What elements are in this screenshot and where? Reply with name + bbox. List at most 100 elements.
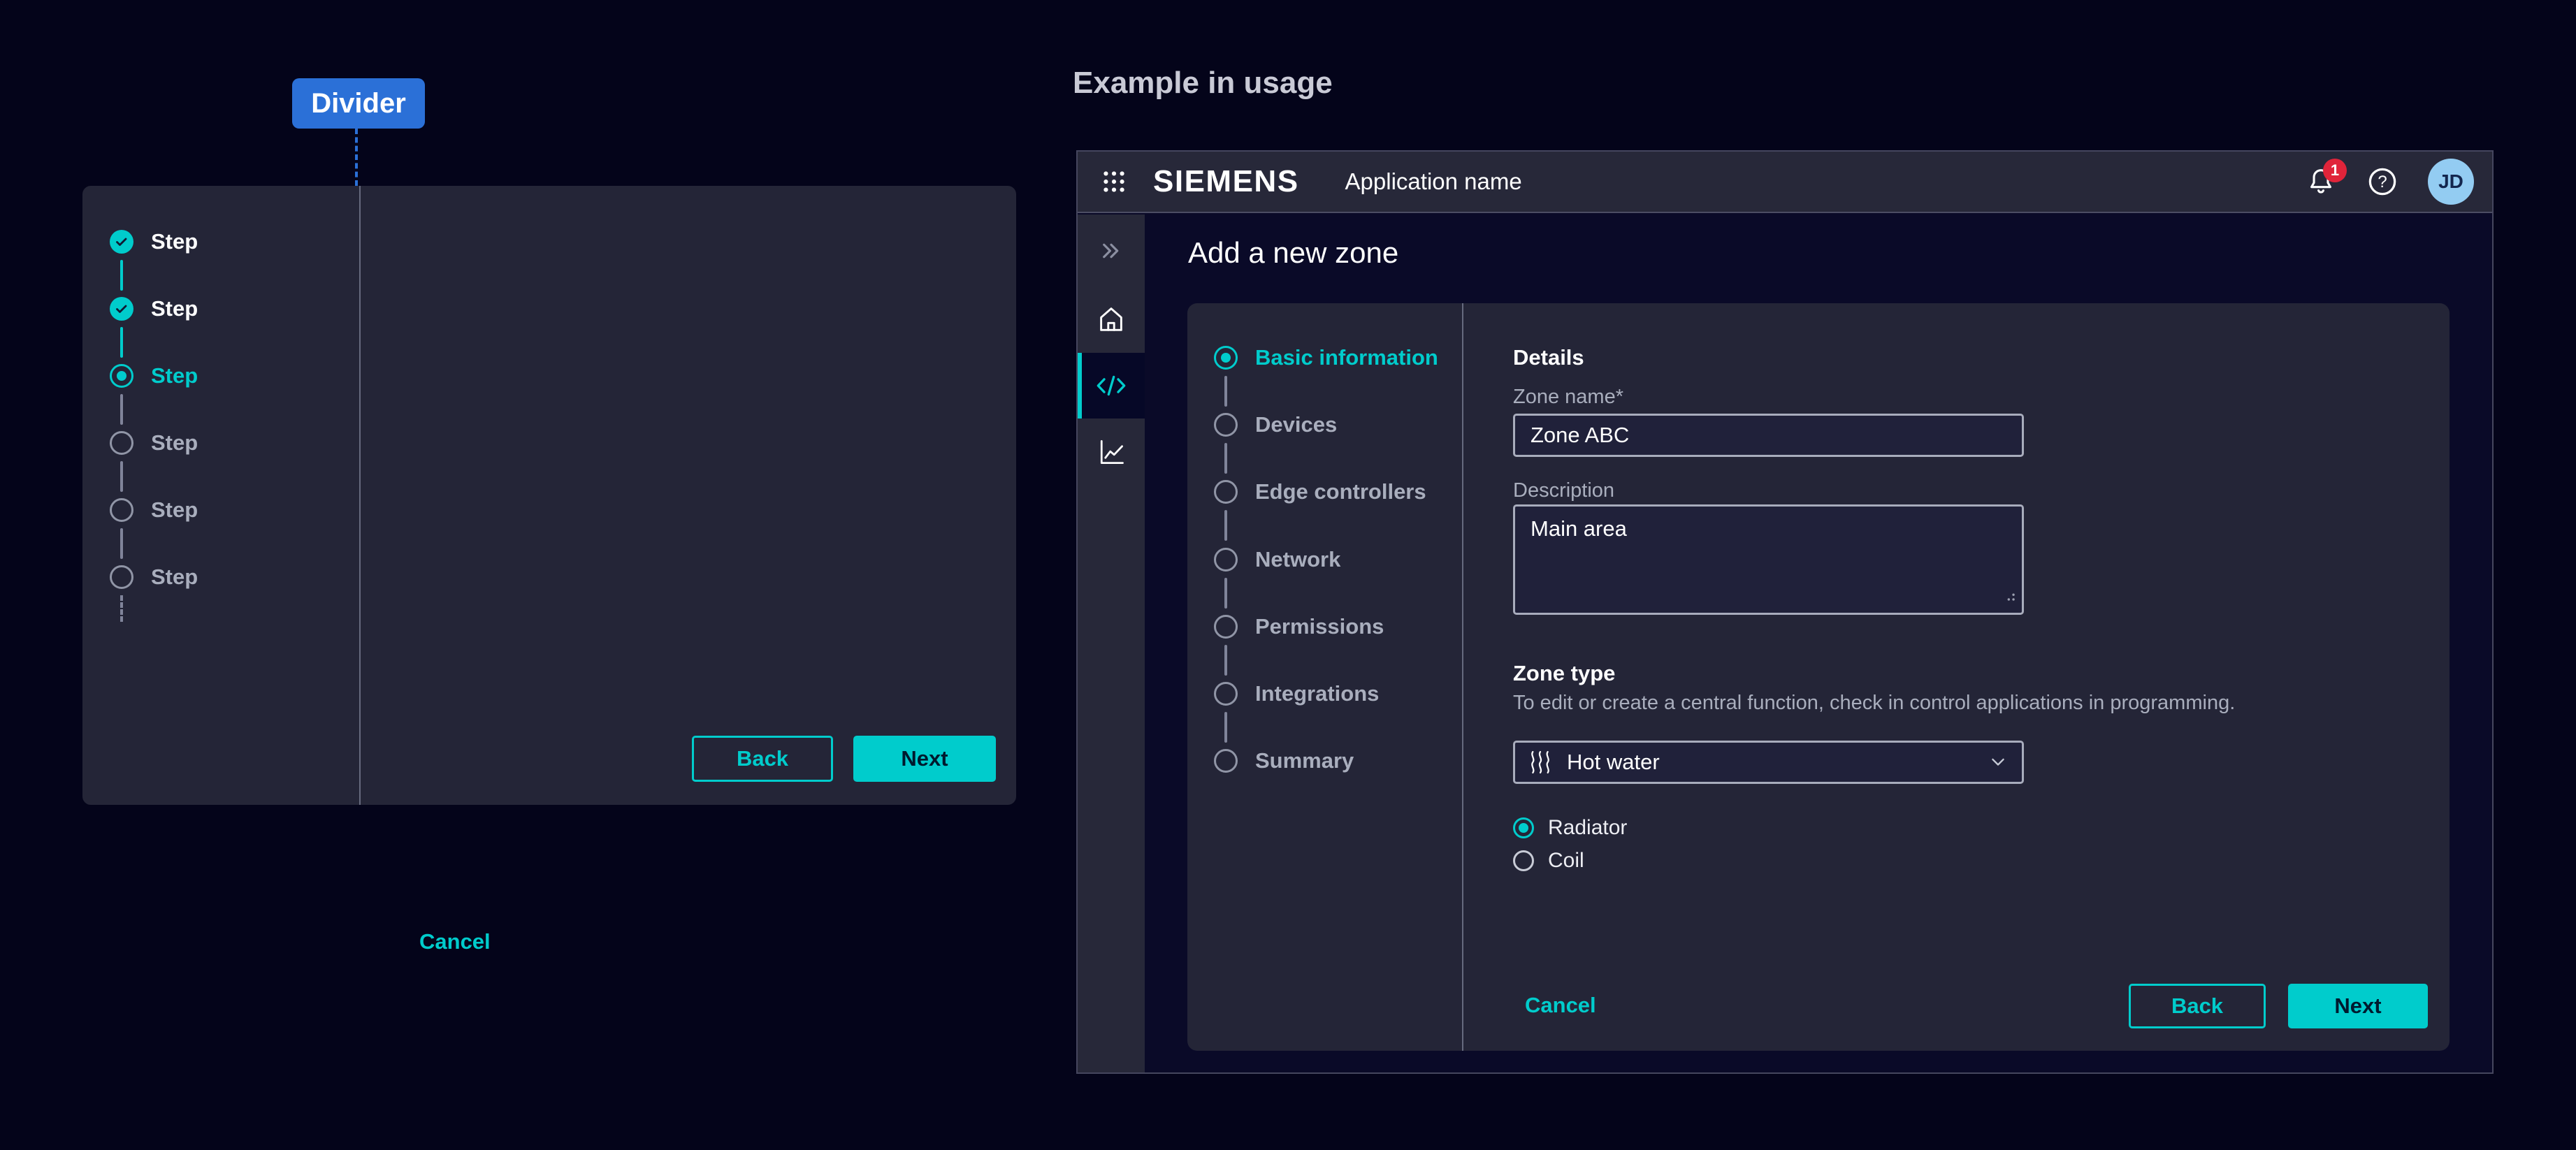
step-connector <box>1224 443 1227 474</box>
description-value: Main area <box>1531 516 1627 541</box>
step-connector <box>120 528 123 559</box>
avatar[interactable]: JD <box>2428 159 2474 205</box>
step-current-icon <box>110 364 133 388</box>
step-label: Basic information <box>1255 345 1438 370</box>
step-pending-icon <box>110 565 133 589</box>
application-name: Application name <box>1345 168 1522 195</box>
help-icon: ? <box>2366 166 2398 198</box>
notification-badge: 1 <box>2323 159 2347 182</box>
svg-text:?: ? <box>2378 173 2387 191</box>
wizard-step[interactable]: Step <box>110 495 198 525</box>
zone-type-heading: Zone type <box>1513 661 1615 686</box>
step-label: Edge controllers <box>1255 479 1426 504</box>
cancel-button[interactable]: Cancel <box>1525 990 1596 1021</box>
step-pending-icon <box>1214 615 1238 639</box>
step-completed-icon <box>110 230 133 254</box>
zone-name-input[interactable]: Zone ABC <box>1513 414 2024 457</box>
zone-type-help-text: To edit or create a central function, ch… <box>1513 692 2235 715</box>
step-connector <box>120 394 123 425</box>
resize-grip-icon[interactable] <box>2004 583 2016 609</box>
step-label: Integrations <box>1255 681 1379 706</box>
wizard-step[interactable]: Step <box>110 226 198 257</box>
sidebar-item-programming[interactable] <box>1078 353 1145 418</box>
step-pending-icon <box>1214 749 1238 773</box>
siemens-logo: SIEMENS <box>1153 164 1299 199</box>
step-pending-icon <box>1214 548 1238 572</box>
step-label: Devices <box>1255 412 1337 437</box>
vertical-divider <box>1462 303 1463 1051</box>
wizard-step[interactable]: Step <box>110 562 198 592</box>
zone-name-label: Zone name* <box>1513 386 1623 409</box>
back-button[interactable]: Back <box>2129 984 2266 1028</box>
code-icon <box>1094 372 1128 400</box>
sidebar-collapse-button[interactable] <box>1078 218 1145 284</box>
wizard-step[interactable]: Step <box>110 428 198 458</box>
step-connector <box>1224 645 1227 676</box>
header-actions: 1 ? JD <box>2305 159 2474 205</box>
step-label: Step <box>151 497 198 523</box>
wizard-step[interactable]: Step <box>110 361 198 391</box>
step-connector <box>120 260 123 291</box>
line-chart-icon <box>1096 437 1127 467</box>
radio-coil[interactable]: Coil <box>1513 845 1584 876</box>
step-current-icon <box>1214 346 1238 370</box>
step-completed-icon <box>110 297 133 321</box>
help-button[interactable]: ? <box>2366 166 2398 198</box>
wizard-step[interactable]: Edge controllers <box>1214 476 1426 507</box>
step-connector <box>120 461 123 492</box>
cancel-button[interactable]: Cancel <box>419 929 491 954</box>
radio-radiator[interactable]: Radiator <box>1513 813 1627 843</box>
wizard-step[interactable]: Network <box>1214 544 1340 575</box>
radio-icon <box>1513 817 1534 838</box>
wizard-step[interactable]: Basic information <box>1214 342 1438 373</box>
details-heading: Details <box>1513 345 1584 370</box>
step-overflow-dashes <box>120 595 123 622</box>
step-label: Step <box>151 430 198 456</box>
wizard-step[interactable]: Permissions <box>1214 611 1384 642</box>
step-connector <box>1224 510 1227 541</box>
step-pending-icon <box>1214 682 1238 706</box>
app-window: SIEMENS Application name 1 ? <box>1076 150 2494 1074</box>
zone-type-value: Hot water <box>1567 750 1660 775</box>
zone-name-value: Zone ABC <box>1531 423 1629 448</box>
step-label: Network <box>1255 547 1340 572</box>
wizard-step[interactable]: Step <box>110 293 198 324</box>
step-connector <box>1224 712 1227 743</box>
wizard-step[interactable]: Devices <box>1214 409 1337 440</box>
section-heading: Example in usage <box>1073 66 1333 101</box>
hot-water-icon <box>1529 749 1551 776</box>
next-button[interactable]: Next <box>853 736 996 782</box>
app-switcher-icon[interactable] <box>1101 169 1127 194</box>
zone-type-select[interactable]: Hot water <box>1513 741 2024 784</box>
step-pending-icon <box>1214 413 1238 437</box>
wizard-demo-card: Step Step Step Step Step <box>82 186 1016 805</box>
callout-pointer-line <box>355 129 358 186</box>
app-header: SIEMENS Application name 1 ? <box>1078 152 2492 213</box>
wizard-card: Basic information Devices Edge controlle… <box>1187 303 2450 1051</box>
wizard-step[interactable]: Integrations <box>1214 678 1379 709</box>
step-connector <box>120 327 123 358</box>
description-label: Description <box>1513 479 1614 502</box>
wizard-step[interactable]: Summary <box>1214 745 1354 776</box>
step-label: Step <box>151 229 198 254</box>
page: Divider Step Step Step <box>0 0 2576 1150</box>
step-label: Step <box>151 296 198 321</box>
step-label: Permissions <box>1255 614 1384 639</box>
sidebar-item-home[interactable] <box>1078 286 1145 352</box>
double-chevron-right-icon <box>1098 238 1124 264</box>
divider-callout: Divider <box>292 78 425 129</box>
step-pending-icon <box>1214 480 1238 504</box>
step-pending-icon <box>110 431 133 455</box>
step-connector <box>1224 376 1227 407</box>
next-button[interactable]: Next <box>2288 984 2428 1028</box>
step-label: Summary <box>1255 748 1354 773</box>
notifications-button[interactable]: 1 <box>2305 166 2337 198</box>
radio-icon <box>1513 850 1534 871</box>
description-textarea[interactable]: Main area <box>1513 504 2024 615</box>
back-button[interactable]: Back <box>692 736 833 782</box>
step-label: Step <box>151 565 198 590</box>
radio-label: Coil <box>1548 849 1584 873</box>
page-title: Add a new zone <box>1188 236 1398 270</box>
step-label: Step <box>151 363 198 388</box>
sidebar-item-analytics[interactable] <box>1078 419 1145 485</box>
